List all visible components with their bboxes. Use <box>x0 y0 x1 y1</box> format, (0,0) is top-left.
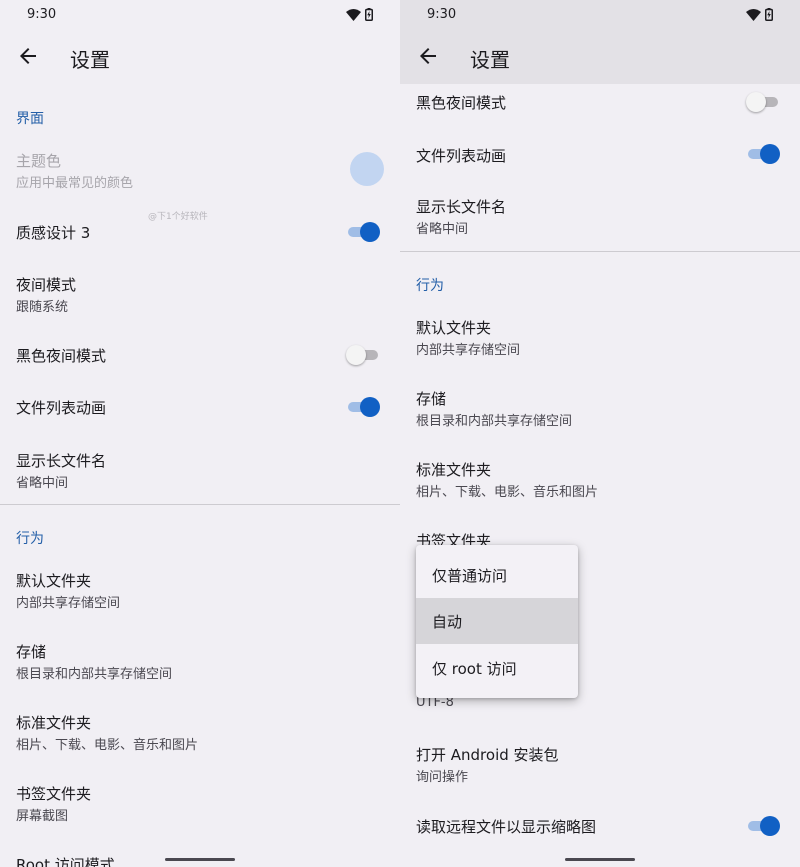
menu-item-auto[interactable]: 自动 <box>416 598 578 644</box>
setting-storage[interactable]: 存储 根目录和内部共享存储空间 <box>0 631 400 691</box>
setting-long-filename[interactable]: 显示长文件名 省略中间 <box>0 440 400 500</box>
list-animation-switch[interactable] <box>346 395 380 419</box>
setting-material-design-3[interactable]: 质感设计 3 <box>0 210 400 254</box>
gesture-nav-bar[interactable] <box>165 858 235 861</box>
setting-bookmark-folders[interactable]: 书签文件夹 屏幕截图 <box>0 773 400 833</box>
setting-title: 夜间模式 <box>16 276 77 294</box>
app-bar: 设置 <box>0 30 400 84</box>
setting-subtitle: 内部共享存储空间 <box>416 343 521 358</box>
setting-black-night-mode[interactable]: 黑色夜间模式 <box>0 334 400 378</box>
gesture-nav-bar[interactable] <box>565 858 635 861</box>
setting-title: 默认文件夹 <box>16 572 92 590</box>
wifi-icon <box>746 9 761 21</box>
settings-screen-top: 9:30 设置 界面 主题色 应用中最常见的颜色 @下1个好软件 质感设计 3 … <box>0 0 400 867</box>
setting-title: 显示长文件名 <box>416 198 507 216</box>
app-bar: 设置 <box>400 30 800 84</box>
setting-title: 存储 <box>16 643 47 661</box>
setting-subtitle: 省略中间 <box>416 222 469 237</box>
setting-long-filename[interactable]: 显示长文件名 省略中间 <box>400 186 800 246</box>
list-animation-switch[interactable] <box>746 142 780 166</box>
setting-subtitle: 相片、下载、电影、音乐和图片 <box>416 485 599 500</box>
menu-item-label: 自动 <box>432 613 463 631</box>
page-title: 设置 <box>70 48 110 72</box>
setting-title: 书签文件夹 <box>16 785 92 803</box>
status-time: 9:30 <box>427 7 457 22</box>
setting-title: 文件列表动画 <box>16 399 107 417</box>
setting-title: 文件列表动画 <box>416 147 507 165</box>
thumbnails-switch[interactable] <box>746 814 780 838</box>
status-time: 9:30 <box>27 7 57 22</box>
setting-black-night-mode[interactable]: 黑色夜间模式 <box>400 84 800 120</box>
setting-open-apk[interactable]: 打开 Android 安装包 询问操作 <box>400 734 800 794</box>
setting-subtitle: 内部共享存储空间 <box>16 596 121 611</box>
setting-title: 读取远程文件以显示缩略图 <box>416 818 597 836</box>
setting-subtitle: 跟随系统 <box>16 300 69 315</box>
setting-list-animation[interactable]: 文件列表动画 <box>0 386 400 430</box>
setting-subtitle: 屏幕截图 <box>16 809 69 824</box>
setting-title: 质感设计 3 <box>16 224 91 242</box>
setting-list-animation[interactable]: 文件列表动画 <box>400 134 800 178</box>
setting-storage[interactable]: 存储 根目录和内部共享存储空间 <box>400 378 800 438</box>
setting-title: 显示长文件名 <box>16 452 107 470</box>
back-arrow-icon[interactable] <box>416 44 440 68</box>
setting-night-mode[interactable]: 夜间模式 跟随系统 <box>0 264 400 324</box>
setting-standard-folders[interactable]: 标准文件夹 相片、下载、电影、音乐和图片 <box>400 449 800 509</box>
battery-charging-icon <box>365 8 373 21</box>
back-arrow-icon[interactable] <box>16 44 40 68</box>
setting-title: 标准文件夹 <box>416 461 492 479</box>
setting-title: 标准文件夹 <box>16 714 92 732</box>
black-night-switch[interactable] <box>746 90 780 114</box>
page-title: 设置 <box>470 48 510 72</box>
section-header-behavior: 行为 <box>16 531 44 547</box>
setting-subtitle: 询问操作 <box>416 770 469 785</box>
setting-title: 打开 Android 安装包 <box>416 746 559 764</box>
menu-item-label: 仅 root 访问 <box>432 660 517 678</box>
setting-subtitle: 省略中间 <box>16 476 69 491</box>
setting-subtitle: 根目录和内部共享存储空间 <box>16 667 173 682</box>
setting-subtitle: 应用中最常见的颜色 <box>16 176 134 191</box>
status-bar: 9:30 <box>400 0 800 30</box>
section-header-ui: 界面 <box>16 111 44 127</box>
root-access-mode-menu: 仅普通访问 自动 仅 root 访问 <box>416 545 578 698</box>
menu-item-label: 仅普通访问 <box>432 567 508 585</box>
divider <box>400 251 800 252</box>
black-night-switch[interactable] <box>346 343 380 367</box>
setting-standard-folders[interactable]: 标准文件夹 相片、下载、电影、音乐和图片 <box>0 702 400 762</box>
setting-title: 默认文件夹 <box>416 319 492 337</box>
wifi-icon <box>346 9 361 21</box>
setting-title: 黑色夜间模式 <box>16 347 107 365</box>
setting-title: 主题色 <box>16 152 62 170</box>
menu-item-root-only[interactable]: 仅 root 访问 <box>416 645 578 691</box>
theme-color-swatch <box>350 152 384 186</box>
setting-theme-color: 主题色 应用中最常见的颜色 <box>0 140 400 200</box>
section-header-behavior: 行为 <box>416 278 444 294</box>
setting-root-access-mode[interactable]: Root 访问模式 <box>0 844 400 867</box>
material3-switch[interactable] <box>346 220 380 244</box>
setting-default-folder[interactable]: 默认文件夹 内部共享存储空间 <box>0 560 400 620</box>
setting-title: 黑色夜间模式 <box>416 94 507 112</box>
menu-item-normal-only[interactable]: 仅普通访问 <box>416 552 578 598</box>
setting-default-folder[interactable]: 默认文件夹 内部共享存储空间 <box>400 307 800 367</box>
setting-subtitle: 相片、下载、电影、音乐和图片 <box>16 738 199 753</box>
setting-remote-thumbnails[interactable]: 读取远程文件以显示缩略图 <box>400 804 800 848</box>
status-bar: 9:30 <box>0 0 400 30</box>
setting-subtitle: 根目录和内部共享存储空间 <box>416 414 573 429</box>
setting-bookmark-folders[interactable]: 书签文件夹 <box>400 520 800 550</box>
battery-charging-icon <box>765 8 773 21</box>
settings-screen-scrolled: 9:30 设置 黑色夜间模式 文件列表动画 显示长文件名 省略中间 行为 默认文… <box>400 0 800 867</box>
setting-title: Root 访问模式 <box>16 856 115 867</box>
divider <box>0 504 400 505</box>
setting-title: 存储 <box>416 390 447 408</box>
